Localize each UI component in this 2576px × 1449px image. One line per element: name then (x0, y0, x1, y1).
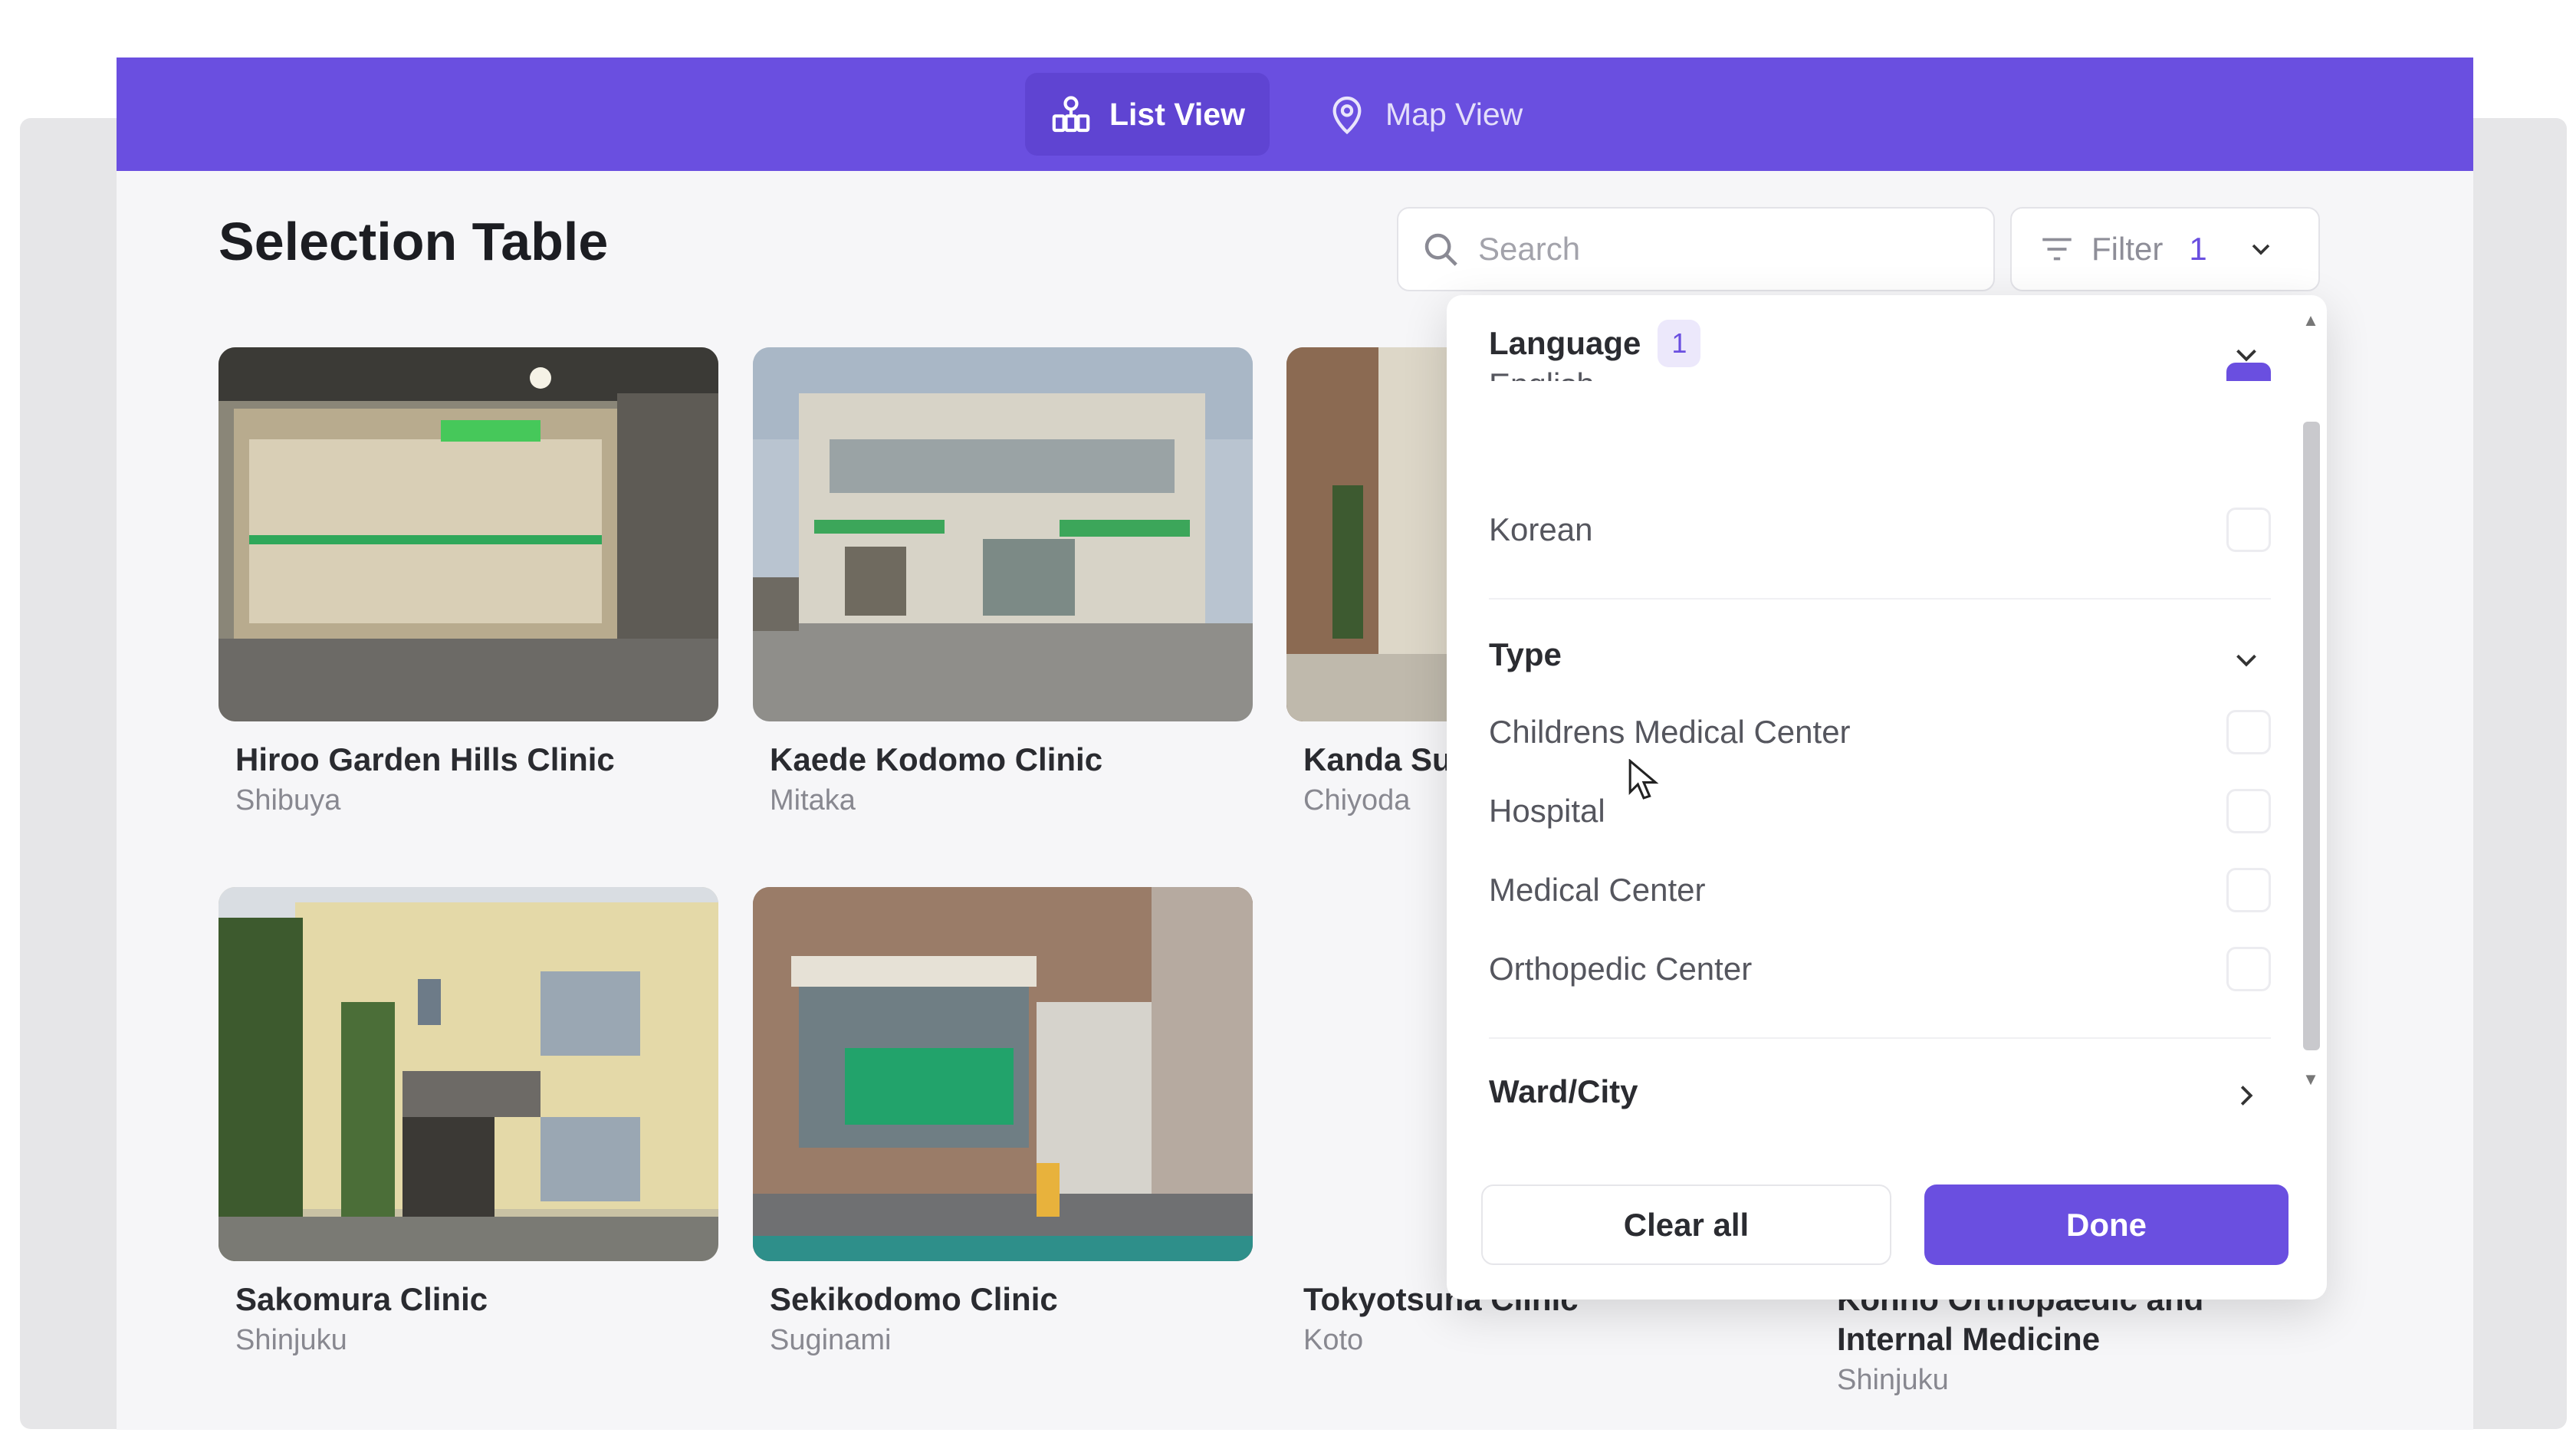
clinic-photo (753, 347, 1253, 721)
tab-list-view[interactable]: List View (1025, 73, 1270, 156)
clinic-card[interactable]: Sekikodomo Clinic Suginami (753, 887, 1253, 1357)
clinic-ward: Koto (1303, 1324, 1364, 1356)
ward-city-section-title: Ward/City (1489, 1073, 1638, 1109)
filter-panel: Language 1 English Korean Type Childrens… (1447, 295, 2327, 1300)
language-section-title: Language (1489, 325, 1641, 361)
type-option-childrens-medical-center[interactable]: Childrens Medical Center (1489, 702, 2271, 763)
checkbox-childrens-medical-center[interactable] (2226, 710, 2271, 754)
language-count-badge: 1 (1658, 320, 1701, 367)
view-switcher-bar: List View Map View (117, 58, 2473, 171)
clinic-name: Kaede Kodomo Clinic (770, 741, 1103, 777)
language-option-english[interactable]: English (1489, 363, 2271, 402)
filter-panel-scroll-area: Language 1 English Korean Type Childrens… (1447, 295, 2298, 1135)
clinic-ward: Shinjuku (235, 1324, 347, 1356)
type-option-medical-center[interactable]: Medical Center (1489, 859, 2271, 921)
filter-label: Filter (2091, 231, 2164, 267)
option-label: Childrens Medical Center (1489, 714, 1851, 750)
clinic-card[interactable]: Sakomura Clinic Shinjuku (219, 887, 718, 1357)
checkbox-orthopedic-center[interactable] (2226, 947, 2271, 991)
checkbox-korean[interactable] (2226, 508, 2271, 552)
search-box[interactable] (1397, 207, 1995, 291)
page-title: Selection Table (219, 212, 609, 271)
search-input[interactable] (1478, 231, 1938, 268)
scroll-thumb[interactable] (2303, 422, 2320, 1050)
option-label: Hospital (1489, 793, 1605, 829)
search-icon (1424, 233, 1457, 266)
clinic-photo (753, 887, 1253, 1261)
clinic-ward: Mitaka (770, 784, 856, 816)
checkbox-english[interactable] (2226, 363, 2271, 381)
chevron-down-icon[interactable] (2229, 642, 2264, 678)
filter-icon (2042, 238, 2072, 261)
option-label: Orthopedic Center (1489, 951, 1753, 987)
section-divider (1489, 1037, 2271, 1039)
language-section-header[interactable]: Language 1 (1489, 320, 1701, 367)
clinic-card[interactable]: Kaede Kodomo Clinic Mitaka (753, 347, 1253, 817)
ward-city-section-header[interactable]: Ward/City (1489, 1073, 1638, 1110)
clinic-photo (219, 887, 718, 1261)
clinic-ward: Suginami (770, 1324, 892, 1356)
section-divider (1489, 598, 2271, 600)
chevron-down-icon (2252, 244, 2269, 255)
type-section-title: Type (1489, 636, 1562, 672)
option-label: Korean (1489, 511, 1593, 547)
app-window: List View Map View Selection Table Filte… (117, 58, 2473, 1430)
map-pin-icon (1332, 96, 1362, 135)
tab-map-view-label: Map View (1385, 96, 1523, 132)
scroll-up-arrow-icon[interactable]: ▲ (2300, 310, 2321, 330)
mouse-cursor-icon (1628, 759, 1659, 800)
clinic-name: Sakomura Clinic (235, 1281, 488, 1317)
checkbox-medical-center[interactable] (2226, 868, 2271, 912)
option-label: English (1489, 366, 1595, 402)
buildings-icon (1052, 96, 1090, 133)
clinic-name: Sekikodomo Clinic (770, 1281, 1058, 1317)
type-option-orthopedic-center[interactable]: Orthopedic Center (1489, 938, 2271, 1000)
filter-count: 1 (2189, 231, 2207, 267)
type-option-hospital[interactable]: Hospital (1489, 780, 2271, 842)
filter-button[interactable]: Filter 1 (2010, 207, 2320, 291)
filter-panel-scrollbar[interactable]: ▲ ▼ (2300, 310, 2321, 1089)
clinic-photo (219, 347, 718, 721)
type-section-header[interactable]: Type (1489, 636, 1562, 673)
option-label: Medical Center (1489, 872, 1706, 908)
scroll-down-arrow-icon[interactable]: ▼ (2300, 1070, 2321, 1089)
done-button[interactable]: Done (1924, 1184, 2288, 1265)
clear-all-button[interactable]: Clear all (1481, 1184, 1891, 1265)
tab-list-view-label: List View (1109, 96, 1245, 132)
clinic-name: Hiroo Garden Hills Clinic (235, 741, 615, 777)
clinic-card[interactable]: Hiroo Garden Hills Clinic Shibuya (219, 347, 718, 817)
clinic-ward: Shibuya (235, 784, 341, 816)
tab-map-view[interactable]: Map View (1301, 73, 1547, 156)
chevron-right-icon[interactable] (2229, 1078, 2264, 1113)
checkbox-hospital[interactable] (2226, 789, 2271, 833)
language-option-korean[interactable]: Korean (1489, 499, 2271, 560)
clinic-ward: Shinjuku (1837, 1364, 1949, 1396)
